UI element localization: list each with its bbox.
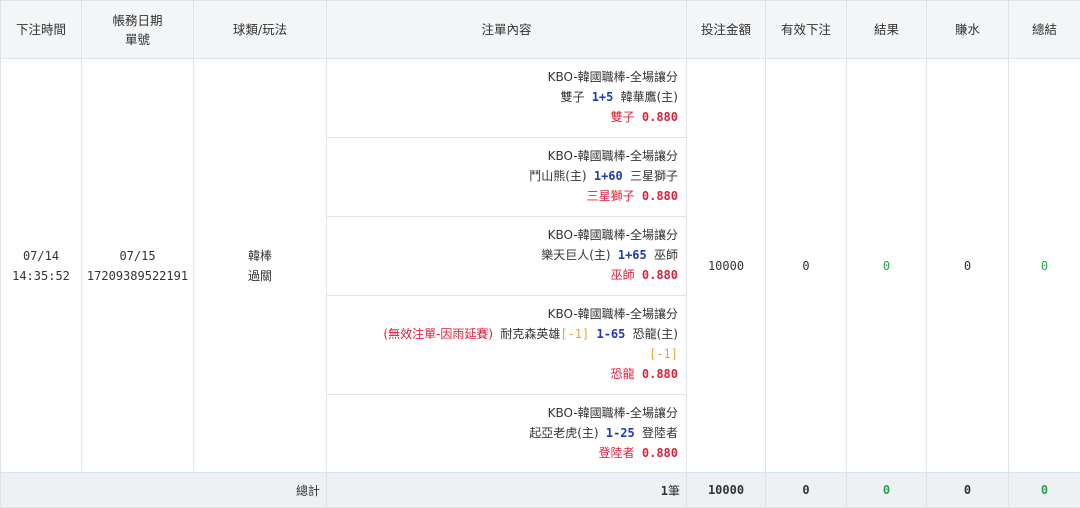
header-valid-bet: 有效下注 bbox=[766, 1, 847, 59]
bet-pick: 三星獅子 bbox=[587, 189, 635, 203]
header-result: 結果 bbox=[847, 1, 927, 59]
bet-odds: 0.880 bbox=[642, 189, 678, 203]
header-amount: 投注金額 bbox=[687, 1, 766, 59]
result-cell: 0 bbox=[847, 59, 927, 473]
bet-handicap: 1+60 bbox=[594, 169, 623, 183]
order-no: 17209389522191 bbox=[87, 269, 188, 283]
bet-invalid-note: (無效注單-因雨延賽) bbox=[383, 327, 493, 341]
bet-home-team: 鬥山熊(主) bbox=[529, 169, 586, 183]
bet-time-cell: 07/14 14:35:52 bbox=[1, 59, 82, 473]
acct-date-cell: 07/15 17209389522191 bbox=[82, 59, 194, 473]
bet-pick: 登陸者 bbox=[599, 446, 635, 460]
bet-item: KBO-韓國職棒-全場讓分 樂天巨人(主) 1+65 巫師 巫師 0.880 bbox=[327, 217, 686, 296]
bet-home-mark: [-1] bbox=[560, 327, 589, 341]
bet-away-mark: [-1] bbox=[649, 347, 678, 361]
bet-handicap: 1-65 bbox=[596, 327, 625, 341]
header-bet-content: 注單內容 bbox=[327, 1, 687, 59]
win-loss-cell: 0 bbox=[927, 59, 1009, 473]
valid-bet-cell: 0 bbox=[766, 59, 847, 473]
bet-item: KBO-韓國職棒-全場讓分 鬥山熊(主) 1+60 三星獅子 三星獅子 0.88… bbox=[327, 138, 686, 217]
summary-amount: 10000 bbox=[687, 473, 766, 508]
bet-handicap: 1+65 bbox=[618, 248, 647, 262]
bet-league: KBO-韓國職棒-全場讓分 bbox=[548, 406, 678, 420]
bet-history-table: 下注時間 帳務日期 單號 球類/玩法 注單內容 投注金額 有效下注 結果 賺水 … bbox=[0, 0, 1080, 508]
bet-home-team: 起亞老虎(主) bbox=[529, 426, 598, 440]
total-cell: 0 bbox=[1009, 59, 1080, 473]
bet-league: KBO-韓國職棒-全場讓分 bbox=[548, 149, 678, 163]
header-total: 總結 bbox=[1009, 1, 1080, 59]
bet-item: KBO-韓國職棒-全場讓分 起亞老虎(主) 1-25 登陸者 登陸者 0.880 bbox=[327, 395, 686, 472]
bet-handicap: 1+5 bbox=[592, 90, 614, 104]
bet-home-team: 樂天巨人(主) bbox=[541, 248, 610, 262]
header-acct-date: 帳務日期 單號 bbox=[82, 1, 194, 59]
header-bet-time: 下注時間 bbox=[1, 1, 82, 59]
summary-total: 0 bbox=[1009, 473, 1080, 508]
acct-date: 07/15 bbox=[119, 249, 155, 263]
summary-count-unit: 筆 bbox=[668, 484, 680, 498]
bet-away-team: 巫師 bbox=[654, 248, 678, 262]
summary-count: 1 bbox=[661, 484, 668, 498]
bet-odds: 0.880 bbox=[642, 110, 678, 124]
bet-home-team: 耐克森英雄 bbox=[500, 327, 560, 341]
summary-row: 總計 1筆 10000 0 0 0 0 bbox=[1, 473, 1080, 508]
bet-odds: 0.880 bbox=[642, 446, 678, 460]
bet-league: KBO-韓國職棒-全場讓分 bbox=[548, 307, 678, 321]
header-acct-date-label: 帳務日期 bbox=[112, 13, 162, 28]
summary-valid: 0 bbox=[766, 473, 847, 508]
summary-label: 總計 bbox=[1, 473, 327, 508]
bet-item: KBO-韓國職棒-全場讓分 雙子 1+5 韓華鷹(主) 雙子 0.880 bbox=[327, 59, 686, 138]
bet-away-team: 韓華鷹(主) bbox=[621, 90, 678, 104]
bet-pick: 巫師 bbox=[611, 268, 635, 282]
bet-content-cell: KBO-韓國職棒-全場讓分 雙子 1+5 韓華鷹(主) 雙子 0.880 KBO… bbox=[327, 59, 687, 473]
bet-away-team: 登陸者 bbox=[642, 426, 678, 440]
bet-date: 07/14 bbox=[23, 249, 59, 263]
summary-win-loss: 0 bbox=[927, 473, 1009, 508]
bet-away-team: 恐龍(主) bbox=[633, 327, 678, 341]
bet-odds: 0.880 bbox=[642, 367, 678, 381]
bet-away-team: 三星獅子 bbox=[630, 169, 678, 183]
play-type: 過關 bbox=[248, 269, 272, 283]
header-row: 下注時間 帳務日期 單號 球類/玩法 注單內容 投注金額 有效下注 結果 賺水 … bbox=[1, 1, 1080, 59]
amount-cell: 10000 bbox=[687, 59, 766, 473]
summary-result: 0 bbox=[847, 473, 927, 508]
header-sport-type: 球類/玩法 bbox=[194, 1, 327, 59]
summary-count-cell: 1筆 bbox=[327, 473, 687, 508]
header-order-no-label: 單號 bbox=[125, 32, 150, 47]
bet-handicap: 1-25 bbox=[606, 426, 635, 440]
bet-home-team: 雙子 bbox=[560, 90, 584, 104]
bet-item: KBO-韓國職棒-全場讓分 (無效注單-因雨延賽) 耐克森英雄[-1] 1-65… bbox=[327, 296, 686, 395]
bet-odds: 0.880 bbox=[642, 268, 678, 282]
sport-type: 韓棒 bbox=[248, 249, 272, 263]
bet-time: 14:35:52 bbox=[12, 269, 70, 283]
bet-pick: 雙子 bbox=[611, 110, 635, 124]
table-row: 07/14 14:35:52 07/15 17209389522191 韓棒 過… bbox=[1, 59, 1080, 473]
sport-cell: 韓棒 過關 bbox=[194, 59, 327, 473]
bet-league: KBO-韓國職棒-全場讓分 bbox=[548, 70, 678, 84]
header-win-loss: 賺水 bbox=[927, 1, 1009, 59]
bet-pick: 恐龍 bbox=[611, 367, 635, 381]
bet-league: KBO-韓國職棒-全場讓分 bbox=[548, 228, 678, 242]
